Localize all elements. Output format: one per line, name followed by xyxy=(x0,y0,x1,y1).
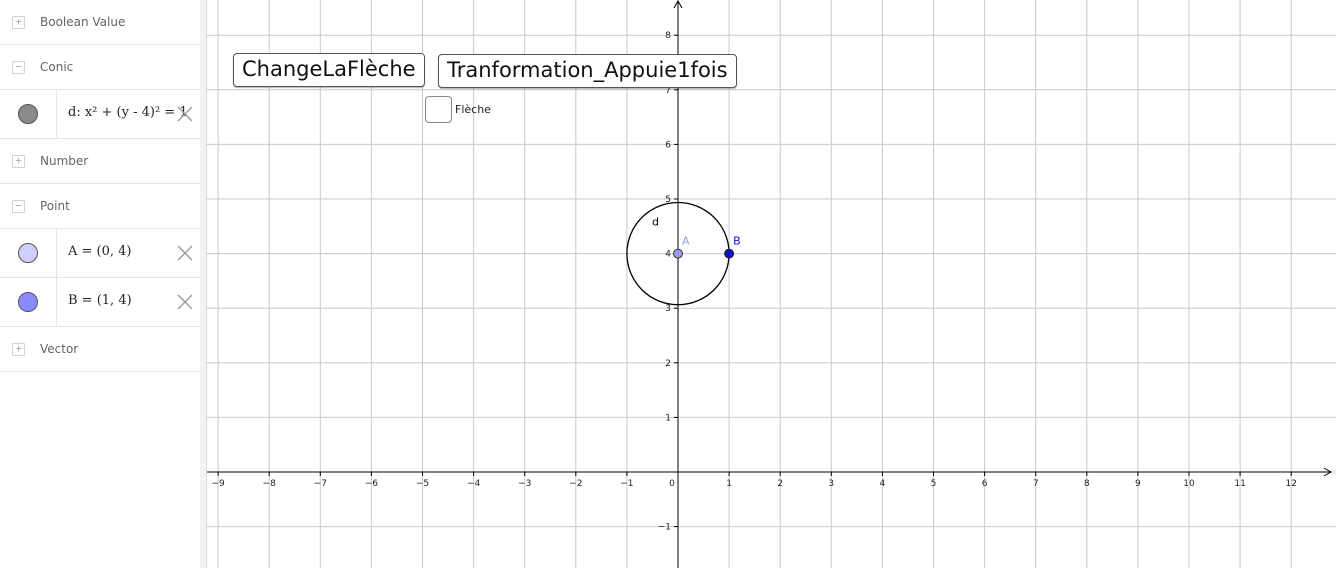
point-a-label: A xyxy=(682,235,690,248)
x-tick-label: 3 xyxy=(828,479,834,489)
marble-column xyxy=(0,278,57,326)
x-tick-label: 2 xyxy=(777,479,783,489)
view-splitter[interactable] xyxy=(200,0,207,568)
x-tick-label: 0 xyxy=(669,479,675,489)
marble-column xyxy=(0,229,57,277)
point-b-label: B xyxy=(733,235,741,248)
fleche-checkbox[interactable] xyxy=(425,96,452,123)
y-tick-label: 8 xyxy=(665,31,671,41)
x-tick-label: −8 xyxy=(263,479,277,489)
conic-d-expression[interactable]: d: x² + (y - 4)² = 1 xyxy=(68,105,186,120)
point-a-expression[interactable]: A = (0, 4) xyxy=(68,244,186,259)
algebra-view: + Boolean Value − Conic d: x² + (y - 4)²… xyxy=(0,0,201,568)
group-label: Conic xyxy=(40,60,74,74)
algebra-item-point-b[interactable]: B = (1, 4) xyxy=(0,278,200,327)
x-tick-label: 11 xyxy=(1234,479,1245,489)
y-tick-label: −1 xyxy=(658,523,671,533)
x-tick-label: 1 xyxy=(726,479,732,489)
fleche-checkbox-label: Flèche xyxy=(455,103,491,116)
algebra-item-point-a[interactable]: A = (0, 4) xyxy=(0,229,200,278)
y-tick-label: 2 xyxy=(665,359,671,369)
x-tick-label: 6 xyxy=(982,479,988,489)
collapse-icon[interactable]: − xyxy=(12,200,25,213)
group-label: Number xyxy=(40,154,89,168)
x-tick-label: −7 xyxy=(314,479,327,489)
visibility-marble[interactable] xyxy=(18,104,38,124)
expand-icon[interactable]: + xyxy=(12,16,25,29)
group-number[interactable]: + Number xyxy=(0,139,200,184)
x-tick-label: 7 xyxy=(1033,479,1039,489)
visibility-marble[interactable] xyxy=(18,243,38,263)
circle-d-label: d xyxy=(652,216,659,229)
x-tick-label: −5 xyxy=(416,479,429,489)
point-b-expression[interactable]: B = (1, 4) xyxy=(68,293,186,308)
transformation-button[interactable]: Tranformation_Appuie1fois xyxy=(438,54,737,88)
x-tick-label: −6 xyxy=(365,479,379,489)
tick-labels: −9 −8 −7 −6 −5 −4 −3 −2 −1 0 1 2 3 4 5 6 7 8 9 10 11 12−11234… xyxy=(211,31,1296,532)
x-tick-label: −2 xyxy=(569,479,582,489)
group-boolean-value[interactable]: + Boolean Value xyxy=(0,0,200,45)
expand-icon[interactable]: + xyxy=(12,343,25,356)
group-label: Vector xyxy=(40,342,79,356)
delete-icon[interactable] xyxy=(176,293,194,311)
y-tick-label: 3 xyxy=(665,304,671,314)
group-label: Point xyxy=(40,199,70,213)
delete-icon[interactable] xyxy=(176,105,194,123)
delete-icon[interactable] xyxy=(176,244,194,262)
x-tick-label: 5 xyxy=(931,479,937,489)
marble-column xyxy=(0,90,57,138)
x-tick-label: 10 xyxy=(1183,479,1195,489)
visibility-marble[interactable] xyxy=(18,292,38,312)
group-label: Boolean Value xyxy=(40,15,126,29)
y-tick-label: 6 xyxy=(665,140,671,150)
x-tick-label: 4 xyxy=(880,479,886,489)
expand-icon[interactable]: + xyxy=(12,155,25,168)
x-tick-label: −4 xyxy=(467,479,481,489)
group-point[interactable]: − Point xyxy=(0,184,200,229)
x-tick-label: 8 xyxy=(1084,479,1090,489)
group-vector[interactable]: + Vector xyxy=(0,327,200,372)
y-tick-label: 4 xyxy=(665,250,671,260)
x-tick-label: −3 xyxy=(518,479,531,489)
point-a[interactable] xyxy=(673,248,683,259)
point-b[interactable] xyxy=(724,248,735,259)
algebra-item-conic-d[interactable]: d: x² + (y - 4)² = 1 xyxy=(0,90,200,139)
group-conic[interactable]: − Conic xyxy=(0,45,200,90)
y-tick-label: 1 xyxy=(665,413,671,423)
x-tick-label: −1 xyxy=(620,479,633,489)
change-arrow-button[interactable]: ChangeLaFlèche xyxy=(233,53,425,87)
x-tick-label: 9 xyxy=(1135,479,1141,489)
x-tick-label: 12 xyxy=(1285,479,1296,489)
collapse-icon[interactable]: − xyxy=(12,61,25,74)
x-tick-label: −9 xyxy=(211,479,225,489)
